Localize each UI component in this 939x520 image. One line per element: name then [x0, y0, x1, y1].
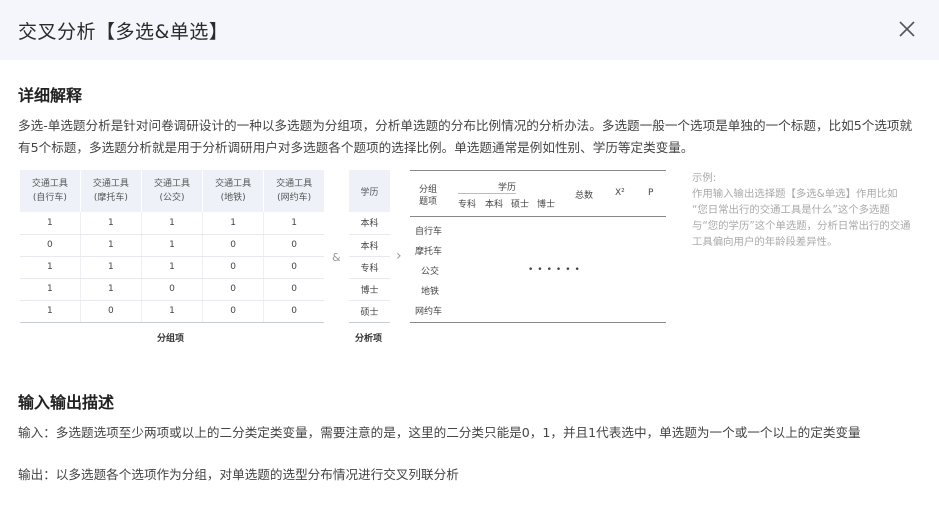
table-cell: 1: [20, 212, 81, 235]
io-heading: 输入输出描述: [18, 393, 115, 412]
table-cell: 硕士: [349, 300, 390, 323]
chi-header: X²: [615, 188, 625, 198]
table-cell: 博士: [349, 278, 390, 301]
table-cell: 专科: [349, 256, 390, 279]
result-row-label: 自行车: [415, 227, 443, 237]
table-cell: 0: [202, 278, 265, 301]
p-header: P: [648, 188, 654, 198]
dialog-header: 交叉分析【多选&单选】: [0, 0, 939, 60]
table-cell: 1: [20, 300, 81, 323]
group-col-header: 交通工具 (网约车): [263, 170, 324, 212]
group-table-header: 交通工具 (自行车) 交通工具 (摩托车) 交通工具 (公交) 交通工具 (地铁) 交通…: [20, 170, 324, 212]
table-cell: 0: [263, 300, 324, 323]
edu-sub-header: 专科: [458, 200, 477, 210]
table-cell: 本科: [349, 234, 390, 257]
analysis-table: 学历 本科 本科 专科 博士 硕士: [349, 170, 390, 323]
table-row: 1 1 1 1 1: [20, 212, 324, 235]
result-row-label: 公交: [421, 267, 440, 277]
table-cell: 1: [141, 234, 204, 257]
io-input-text: 输入：多选题选项至少两项或以上的二分类定类变量，需要注意的是，这里的二分类只能是…: [18, 425, 861, 440]
group-caption: 分组项: [157, 334, 185, 344]
table-row: 本科: [349, 234, 390, 257]
group-col-header: 交通工具 (公交): [141, 170, 204, 212]
edu-underline: [458, 193, 516, 194]
table-row: 专科: [349, 256, 390, 279]
result-row-label: 网约车: [415, 307, 443, 317]
table-row: 硕士: [349, 300, 390, 323]
table-cell: 1: [80, 212, 142, 235]
edu-header: 学历: [498, 183, 517, 193]
table-cell: 1: [80, 234, 142, 257]
result-table: 分组 题项 学历 专科 本科 硕士 博士 总数 X² P 自行车 摩托车 公交 …: [410, 170, 666, 323]
header-divider: [410, 216, 666, 217]
group-col-header: 交通工具 (自行车): [20, 170, 81, 212]
close-icon[interactable]: [896, 18, 918, 40]
table-cell: 1: [202, 212, 265, 235]
group-header-2: 题项: [419, 197, 438, 207]
and-symbol: &: [332, 251, 341, 264]
ellipsis-dots: ••••••: [528, 265, 584, 275]
table-cell: 0: [202, 300, 265, 323]
result-row-label: 摩托车: [415, 247, 443, 257]
table-cell: 本科: [349, 212, 390, 235]
table-cell: 1: [80, 256, 142, 279]
table-cell: 0: [20, 234, 81, 257]
dialog-title: 交叉分析【多选&单选】: [18, 21, 229, 43]
table-row: 1 0 1 0 0: [20, 300, 324, 323]
table-cell: 0: [263, 256, 324, 279]
table-row: 博士: [349, 278, 390, 301]
table-cell: 1: [141, 212, 204, 235]
table-cell: 1: [141, 256, 204, 279]
edu-sub-header: 本科: [485, 200, 504, 210]
table-cell: 1: [263, 212, 324, 235]
detail-description: 多选-单选题分析是针对问卷调研设计的一种以多选题为分组项，分析单选题的分布比例情…: [18, 118, 913, 155]
detail-heading: 详细解释: [18, 86, 83, 105]
table-cell: 1: [141, 300, 204, 323]
group-table: 交通工具 (自行车) 交通工具 (摩托车) 交通工具 (公交) 交通工具 (地铁) 交通…: [20, 170, 324, 323]
group-col-header: 交通工具 (摩托车): [80, 170, 142, 212]
analysis-table-header: 学历: [349, 170, 390, 212]
group-col-header: 交通工具 (地铁): [202, 170, 265, 212]
analysis-caption: 分析项: [355, 334, 383, 344]
total-header: 总数: [575, 191, 594, 201]
example-text: 作用输入输出选择题【多选&单选】作用比如 “您日常出行的交通工具是什么”这个多选…: [692, 188, 911, 248]
table-cell: 0: [202, 234, 265, 257]
table-cell: 1: [20, 256, 81, 279]
table-cell: 0: [263, 278, 324, 301]
table-cell: 0: [80, 300, 142, 323]
table-cell: 0: [141, 278, 204, 301]
table-cell: 1: [20, 278, 81, 301]
arrow-right-icon: ›: [396, 248, 402, 264]
table-cell: 0: [202, 256, 265, 279]
table-row: 0 1 1 0 0: [20, 234, 324, 257]
table-row: 1 1 0 0 0: [20, 278, 324, 301]
table-cell: 1: [80, 278, 142, 301]
io-output-text: 输出：以多选题各个选项作为分组，对单选题的选型分布情况进行交叉列联分析: [18, 467, 459, 482]
analysis-col-header: 学历: [349, 170, 390, 212]
edu-sub-header: 博士: [537, 200, 556, 210]
result-row-label: 地铁: [421, 287, 440, 297]
table-cell: 0: [263, 234, 324, 257]
table-row: 本科: [349, 212, 390, 235]
example-label: 示例:: [692, 172, 717, 184]
table-row: 1 1 1 0 0: [20, 256, 324, 279]
edu-sub-header: 硕士: [511, 200, 530, 210]
example-note: 示例: 作用输入输出选择题【多选&单选】作用比如 “您日常出行的交通工具是什么”…: [692, 170, 914, 250]
